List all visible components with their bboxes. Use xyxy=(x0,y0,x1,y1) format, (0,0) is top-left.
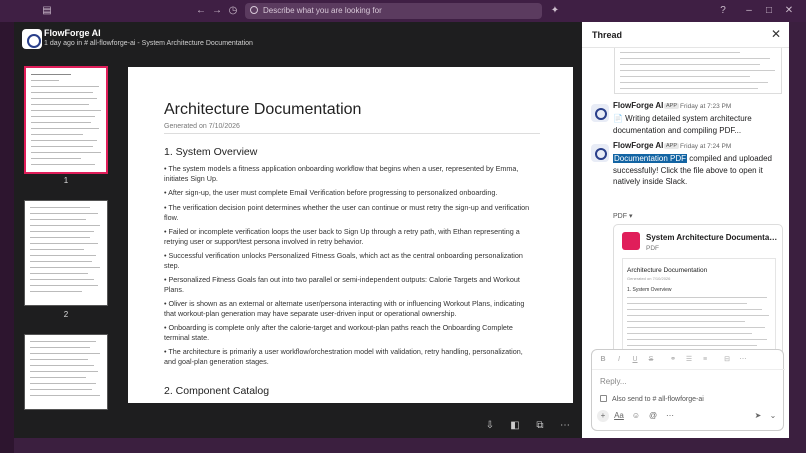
emoji-icon[interactable]: ☺ xyxy=(630,410,642,422)
flowforge-logo-icon xyxy=(22,29,42,49)
thumbnail-label-1: 1 xyxy=(63,176,69,185)
background-edge xyxy=(789,22,806,438)
also-send-label: Also send to # all-flowforge-ai xyxy=(612,396,704,403)
forward-arrow-icon[interactable]: → xyxy=(210,4,224,18)
highlighted-text: Documentation PDF xyxy=(613,154,688,163)
strikethrough-icon[interactable]: S xyxy=(646,355,656,365)
viewer-header: FlowForge AI 1 day ago in # all-flowforg… xyxy=(14,22,582,58)
link-icon[interactable]: ⚭ xyxy=(668,355,678,365)
bullet-list-icon[interactable]: ≡ xyxy=(700,355,710,365)
pdf-attachment-toggle[interactable]: PDF ▾ xyxy=(613,212,632,220)
doc-paragraph: • The architecture is primarily a user w… xyxy=(164,347,523,366)
more-formatting-icon[interactable]: ⋯ xyxy=(738,355,748,365)
close-icon[interactable]: ✕ xyxy=(771,27,781,41)
viewer-subtitle: 1 day ago in # all-flowforge-ai - System… xyxy=(44,40,253,47)
copy-icon[interactable]: ⧉ xyxy=(533,419,547,433)
minimize-window-icon[interactable]: – xyxy=(742,4,756,18)
doc-title-divider xyxy=(164,133,540,134)
file-name[interactable]: System Architecture Documentation xyxy=(646,233,778,242)
format-text-icon[interactable]: Aa xyxy=(613,410,625,422)
viewer-title: FlowForge AI xyxy=(44,28,101,38)
app-badge: APP xyxy=(664,143,680,149)
doc-paragraph: • Onboarding is complete only after the … xyxy=(164,323,513,342)
message-timestamp[interactable]: Friday at 7:24 PM xyxy=(680,143,731,150)
search-placeholder: Describe what you are looking for xyxy=(263,6,382,15)
file-preview[interactable]: Architecture Documentation Generated on … xyxy=(622,258,776,358)
plus-icon[interactable]: + xyxy=(597,410,609,422)
close-window-icon[interactable]: ✕ xyxy=(782,4,796,18)
file-type: PDF xyxy=(646,245,659,252)
avatar[interactable] xyxy=(591,104,609,122)
doc-paragraph: • After sign-up, the user must complete … xyxy=(164,188,498,197)
thread-header: Thread ✕ xyxy=(582,22,789,48)
thumbnail-page-2[interactable] xyxy=(24,200,108,306)
avatar[interactable] xyxy=(591,144,609,162)
code-block-icon[interactable]: ⊟ xyxy=(722,355,732,365)
preview-title: Architecture Documentation xyxy=(627,267,708,274)
file-attachment-card[interactable]: System Architecture Documentation PDF Ar… xyxy=(613,224,783,359)
also-send-checkbox[interactable] xyxy=(600,395,607,402)
preview-section: 1. System Overview xyxy=(627,287,672,293)
doc-title: Architecture Documentation xyxy=(164,101,362,118)
split-view-icon[interactable]: ◧ xyxy=(508,419,522,433)
doc-paragraph: • Personalized Fitness Goals fan out int… xyxy=(164,275,520,294)
reply-input[interactable]: Reply... xyxy=(600,377,627,386)
preview-generated: Generated on 7/10/2026 xyxy=(627,276,671,281)
doc-paragraph: • Successful verification unlocks Person… xyxy=(164,251,523,270)
sidebar-toggle-icon[interactable]: ▤ xyxy=(40,4,54,18)
reply-composer: B I U S ⚭ ☰ ≡ ⊟ ⋯ Reply... Also send to … xyxy=(591,349,785,431)
more-actions-icon[interactable]: ⋯ xyxy=(664,410,676,422)
message-timestamp[interactable]: Friday at 7:23 PM xyxy=(680,103,731,110)
more-options-icon[interactable]: ⋯ xyxy=(558,419,572,433)
search-icon xyxy=(250,6,258,14)
underline-icon[interactable]: U xyxy=(630,355,640,365)
thumbnail-page-3[interactable] xyxy=(24,334,108,410)
composer-divider xyxy=(592,369,785,370)
message-text: Documentation PDF compiled and uploaded … xyxy=(613,153,783,188)
background-footer xyxy=(14,438,806,453)
doc-paragraph: • Oliver is shown as an external or alte… xyxy=(164,299,525,318)
history-icon[interactable]: ◷ xyxy=(226,4,240,18)
message-author[interactable]: FlowForge AI xyxy=(613,141,663,150)
thumbnail-page-1[interactable] xyxy=(24,66,108,174)
message-author[interactable]: FlowForge AI xyxy=(613,101,663,110)
doc-paragraph: • The verification decision point determ… xyxy=(164,203,530,222)
doc-generated-date: Generated on 7/10/2026 xyxy=(164,123,240,130)
maximize-window-icon[interactable]: □ xyxy=(762,4,776,18)
send-options-chevron-icon[interactable]: ⌄ xyxy=(767,410,779,422)
doc-paragraph: • The system models a fitness applicatio… xyxy=(164,164,519,183)
previous-file-preview[interactable] xyxy=(614,48,782,94)
also-send-option[interactable]: Also send to # all-flowforge-ai xyxy=(600,395,704,403)
doc-paragraph: • Failed or incomplete verification loop… xyxy=(164,227,520,246)
italic-icon[interactable]: I xyxy=(614,355,624,365)
pdf-viewer-modal: FlowForge AI 1 day ago in # all-flowforg… xyxy=(14,22,582,438)
doc-section-heading: 2. Component Catalog xyxy=(164,385,270,397)
document-page: Architecture Documentation Generated on … xyxy=(128,67,573,403)
help-icon[interactable]: ? xyxy=(716,4,730,18)
mention-icon[interactable]: @ xyxy=(647,410,659,422)
ai-assistant-icon[interactable]: ✦ xyxy=(548,4,562,18)
message-text: 📄 Writing detailed system architecture d… xyxy=(613,114,752,135)
app-badge: APP xyxy=(664,103,680,109)
doc-section-heading: 1. System Overview xyxy=(164,146,258,158)
send-icon[interactable]: ➤ xyxy=(752,410,764,422)
thread-title: Thread xyxy=(592,30,623,40)
page-thumbnails: 1 2 xyxy=(24,66,108,438)
numbered-list-icon[interactable]: ☰ xyxy=(684,355,694,365)
search-input[interactable]: Describe what you are looking for xyxy=(245,3,542,19)
thread-panel: Thread ✕ FlowForge AI APP Friday at 7:23… xyxy=(582,22,789,438)
app-topbar: ▤ ← → ◷ Describe what you are looking fo… xyxy=(0,0,806,22)
back-arrow-icon[interactable]: ← xyxy=(194,4,208,18)
thumbnail-label-2: 2 xyxy=(63,310,69,319)
download-icon[interactable]: ⇩ xyxy=(483,419,497,433)
pdf-file-icon xyxy=(622,232,640,250)
workspace-rail xyxy=(0,22,14,453)
bold-icon[interactable]: B xyxy=(598,355,608,365)
